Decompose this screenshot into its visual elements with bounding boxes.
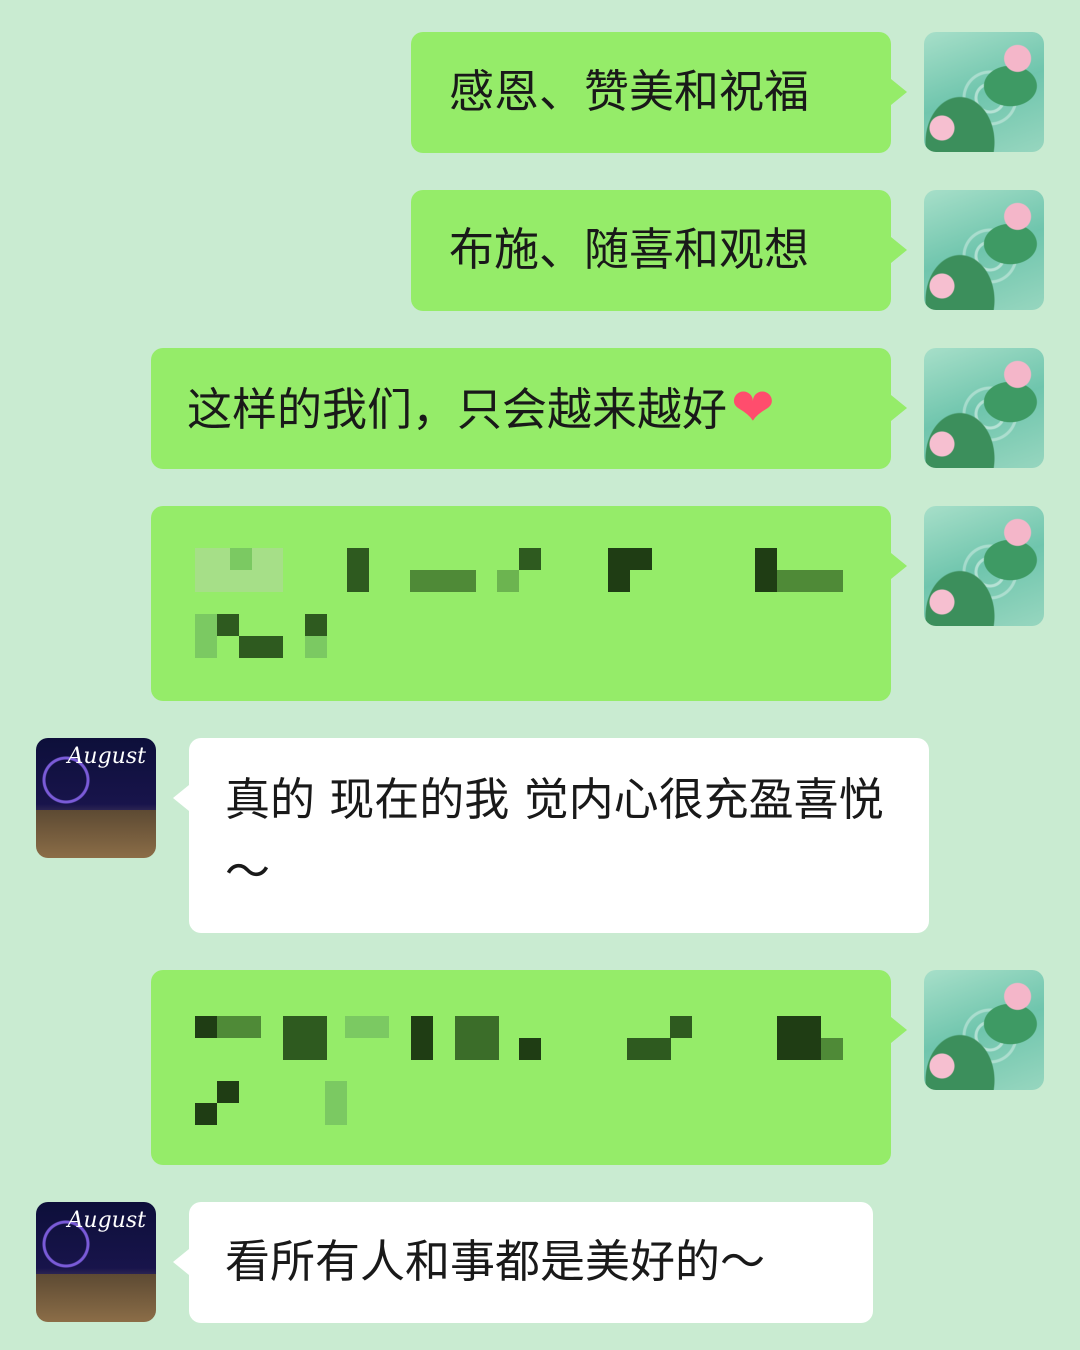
mosaic-block (325, 1081, 347, 1125)
my-avatar[interactable] (924, 190, 1044, 310)
mosaic-block (345, 1016, 389, 1038)
mosaic-block (283, 1016, 327, 1060)
pixelated-message-bubble[interactable] (151, 970, 891, 1165)
message-bubble[interactable]: 布施、随喜和观想 (411, 190, 891, 311)
mosaic-block (519, 548, 541, 570)
mosaic-block (305, 614, 327, 636)
contact-avatar[interactable]: August (36, 738, 156, 858)
bubble-tail (891, 553, 907, 579)
avatar-logo-text: August (67, 1208, 146, 1233)
message-text: 看所有人和事都是美好的～ (225, 1235, 766, 1288)
message-text: 布施、随喜和观想 (449, 223, 810, 276)
message-bubble[interactable]: 感恩、赞美和祝福 (411, 32, 891, 153)
my-avatar[interactable] (924, 32, 1044, 152)
mosaic-block (305, 636, 327, 658)
message-bubble[interactable]: 看所有人和事都是美好的～ (189, 1202, 873, 1323)
mosaic-block (608, 548, 630, 592)
mosaic-block (217, 614, 239, 636)
mosaic-block (217, 1016, 261, 1038)
my-avatar[interactable] (924, 348, 1044, 468)
message-bubble[interactable]: 真的 现在的我 觉内心很充盈喜悦～ (189, 738, 929, 933)
mosaic-block (627, 1038, 671, 1060)
contact-avatar[interactable]: August (36, 1202, 156, 1322)
mosaic-block (239, 636, 283, 658)
mosaic-block (519, 1038, 541, 1060)
mosaic-block (347, 570, 369, 592)
bubble-tail (891, 237, 907, 263)
mosaic-block (497, 570, 519, 592)
avatar-logo-text: August (67, 744, 146, 769)
mosaic-block (755, 548, 777, 592)
mosaic-block (195, 614, 217, 658)
bubble-tail (891, 1017, 907, 1043)
mosaic-block (821, 1038, 843, 1060)
message-text: 感恩、赞美和祝福 (449, 65, 810, 118)
bubble-tail (891, 79, 907, 105)
heart-emoji: ❤ (731, 378, 775, 438)
mosaic-block (410, 570, 476, 592)
mosaic-block (670, 1016, 692, 1038)
mosaic-block (347, 548, 369, 570)
message-bubble[interactable]: 这样的我们，只会越来越好❤ (151, 348, 891, 469)
message-text: 真的 现在的我 觉内心很充盈喜悦～ (225, 773, 884, 898)
bubble-tail (891, 395, 907, 421)
pixelated-message-bubble[interactable] (151, 506, 891, 701)
my-avatar[interactable] (924, 506, 1044, 626)
mosaic-block (630, 548, 652, 570)
mosaic-block (195, 1103, 217, 1125)
mosaic-block (195, 1016, 217, 1038)
bubble-tail (173, 1249, 189, 1275)
bubble-tail (173, 785, 189, 811)
mosaic-block (777, 570, 843, 592)
mosaic-block (455, 1016, 499, 1060)
mosaic-block (230, 548, 252, 570)
my-avatar[interactable] (924, 970, 1044, 1090)
mosaic-block (411, 1016, 433, 1060)
mosaic-block (777, 1016, 821, 1060)
message-text: 这样的我们，只会越来越好 (187, 383, 728, 436)
mosaic-block (217, 1081, 239, 1103)
